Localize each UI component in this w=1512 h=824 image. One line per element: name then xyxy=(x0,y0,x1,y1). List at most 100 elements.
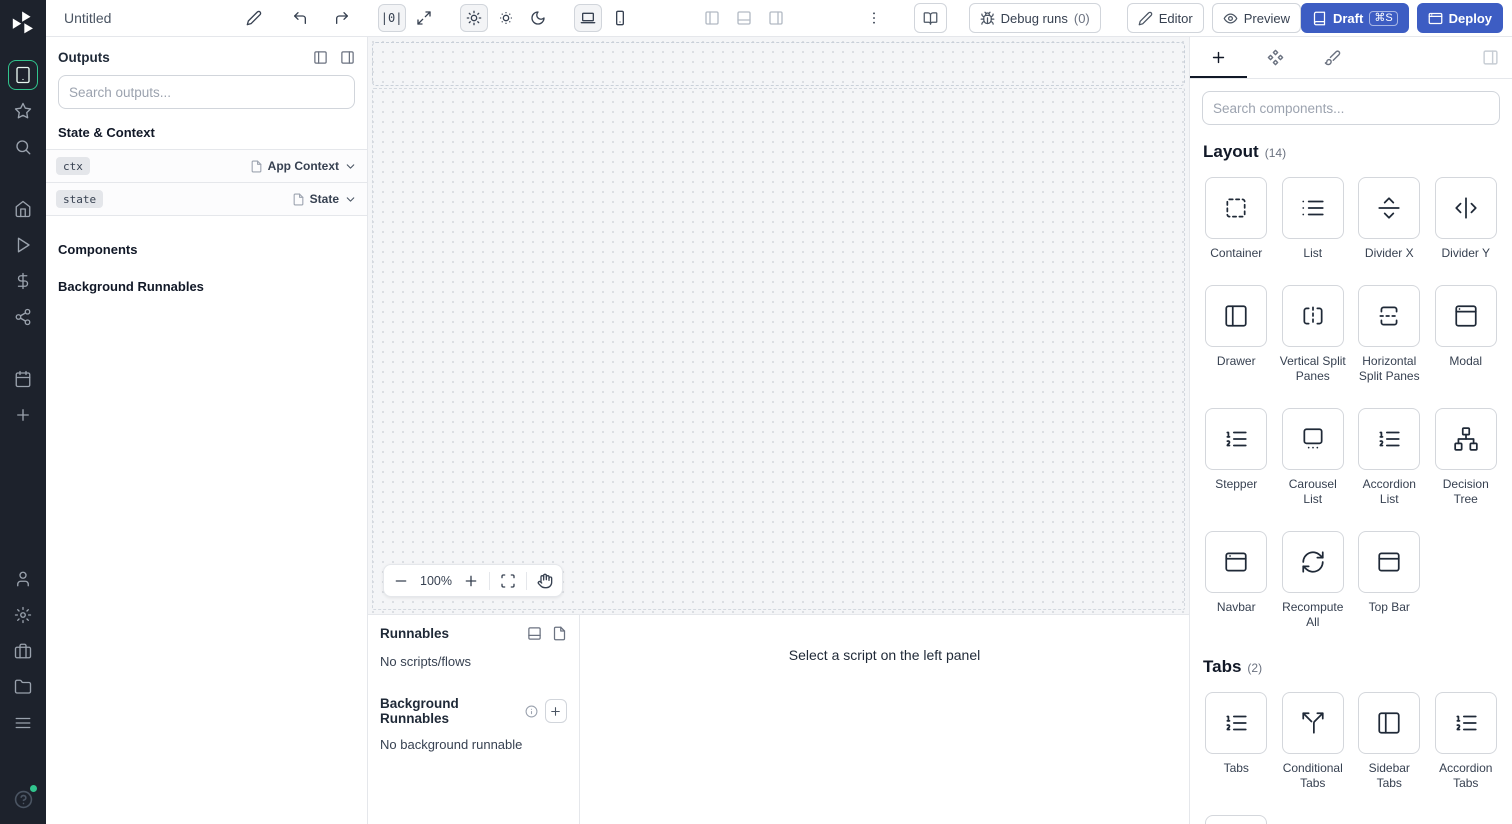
mobile-view-button[interactable] xyxy=(606,4,634,32)
expand-canvas-button[interactable] xyxy=(410,4,438,32)
theme-dark-button[interactable] xyxy=(524,4,552,32)
section-count: (14) xyxy=(1264,146,1287,160)
background-runnables-section-label: Background Runnables xyxy=(58,279,204,294)
tab-component-settings[interactable] xyxy=(1247,37,1304,78)
component-card[interactable]: Tabs xyxy=(1203,692,1270,791)
components-panel-tabbar xyxy=(1190,37,1512,79)
docs-button[interactable] xyxy=(913,3,947,33)
toggle-left-panel-button[interactable] xyxy=(698,4,726,32)
component-card[interactable]: List xyxy=(1280,177,1347,261)
deploy-button[interactable]: Deploy xyxy=(1416,3,1503,33)
debug-runs-button[interactable]: Debug runs (0) xyxy=(968,3,1101,33)
tab-styling[interactable] xyxy=(1304,37,1361,78)
sidebar-item-runs[interactable] xyxy=(8,230,38,260)
sidebar-item-settings[interactable] xyxy=(8,600,38,630)
toggle-bottom-panel-button[interactable] xyxy=(730,4,758,32)
tabs-icon xyxy=(1223,710,1249,736)
theme-light-button[interactable] xyxy=(492,4,520,32)
sidebar-item-home[interactable] xyxy=(8,194,38,224)
theme-toggle-group xyxy=(459,4,552,32)
preview-mode-button[interactable]: Preview xyxy=(1211,3,1301,33)
search-components-input[interactable] xyxy=(1202,91,1500,125)
sidebar-item-search[interactable] xyxy=(8,132,38,162)
redo-button[interactable] xyxy=(328,4,356,32)
runnables-header-icons xyxy=(527,626,567,641)
editor-mode-button[interactable]: Editor xyxy=(1126,3,1204,33)
component-card[interactable]: Accordion Tabs xyxy=(1433,692,1500,791)
edit-title-button[interactable] xyxy=(240,4,268,32)
canvas-drop-strip[interactable] xyxy=(372,42,1185,86)
windmill-logo-icon[interactable] xyxy=(10,10,36,36)
doc-icon[interactable] xyxy=(552,626,567,641)
toggle-right-panel-button[interactable] xyxy=(762,4,790,32)
accordion-icon xyxy=(1376,426,1402,452)
component-card[interactable]: Drawer xyxy=(1203,285,1270,384)
canvas-grid[interactable]: 100% xyxy=(372,88,1185,610)
zoom-in-button[interactable] xyxy=(458,568,484,594)
bottom-panel: Runnables No scripts/flows Background Ru… xyxy=(368,614,1189,824)
desktop-view-button[interactable] xyxy=(573,4,602,32)
list-icon xyxy=(1300,195,1326,221)
pan-tool-button[interactable] xyxy=(532,568,558,594)
component-label: Divider X xyxy=(1364,246,1414,260)
component-card[interactable]: Horizontal Split Panes xyxy=(1356,285,1423,384)
sidebar-item-workspace[interactable] xyxy=(8,636,38,666)
app-canvas[interactable]: 100% xyxy=(368,37,1189,614)
component-card[interactable]: Vertical Split Panes xyxy=(1280,285,1347,384)
app-title[interactable]: Untitled xyxy=(64,10,111,26)
component-card[interactable]: Divider Y xyxy=(1433,177,1500,261)
collapse-panel-button[interactable] xyxy=(1468,37,1512,78)
sidebar-item-account[interactable] xyxy=(8,564,38,594)
component-card[interactable]: Decision Tree xyxy=(1433,408,1500,507)
component-card[interactable]: Modal xyxy=(1433,285,1500,384)
component-card[interactable]: Accordion List xyxy=(1356,408,1423,507)
width-toggle-button[interactable]: |0| xyxy=(377,4,406,32)
output-row-ctx[interactable]: ctx App Context xyxy=(46,150,367,183)
component-card[interactable] xyxy=(1203,815,1270,824)
sidebar-item-favorites[interactable] xyxy=(8,96,38,126)
tab-insert-component[interactable] xyxy=(1190,37,1247,78)
section-heading: Layout (14) xyxy=(1203,142,1499,162)
sidebar-item-schedules[interactable] xyxy=(8,364,38,394)
undo-button[interactable] xyxy=(286,4,314,32)
hand-icon xyxy=(537,573,553,589)
sidebar-item-create[interactable] xyxy=(8,400,38,430)
fit-view-button[interactable] xyxy=(495,568,521,594)
draft-save-button[interactable]: Draft ⌘S xyxy=(1300,3,1409,33)
dock-panel-left-icon[interactable] xyxy=(313,50,328,65)
modal-icon xyxy=(1453,303,1479,329)
component-card[interactable]: Divider X xyxy=(1356,177,1423,261)
component-card[interactable]: Conditional Tabs xyxy=(1280,692,1347,791)
dock-panel-right-icon[interactable] xyxy=(340,50,355,65)
sidebar-item-audit-logs[interactable] xyxy=(8,708,38,738)
sidebar-item-app-editor[interactable] xyxy=(8,60,38,90)
add-background-runnable-button[interactable] xyxy=(544,699,567,723)
component-label: List xyxy=(1303,246,1323,260)
chevron-down-icon[interactable] xyxy=(344,160,357,173)
component-grid: Tabs Conditional Tabs Sidebar Tabs Accordio… xyxy=(1203,692,1499,824)
component-card[interactable]: Container xyxy=(1203,177,1270,261)
component-label: Top Bar xyxy=(1368,600,1410,614)
dock-bottom-icon[interactable] xyxy=(527,626,542,641)
component-card[interactable]: Recompute All xyxy=(1280,531,1347,630)
runnables-panel: Runnables No scripts/flows Background Ru… xyxy=(368,615,580,824)
doc-icon xyxy=(250,160,263,173)
component-card[interactable]: Top Bar xyxy=(1356,531,1423,630)
theme-auto-button[interactable] xyxy=(459,4,488,32)
component-card[interactable]: Carousel List xyxy=(1280,408,1347,507)
sidebar-item-resources[interactable] xyxy=(8,302,38,332)
zoom-out-button[interactable] xyxy=(388,568,414,594)
output-row-state[interactable]: state State xyxy=(46,183,367,216)
component-label: Drawer xyxy=(1216,354,1256,368)
search-outputs-input[interactable] xyxy=(58,75,355,109)
component-card[interactable]: Navbar xyxy=(1203,531,1270,630)
chevron-down-icon[interactable] xyxy=(344,193,357,206)
more-menu-button[interactable] xyxy=(860,4,888,32)
component-card[interactable]: Sidebar Tabs xyxy=(1356,692,1423,791)
component-card[interactable]: Stepper xyxy=(1203,408,1270,507)
component-label: Stepper xyxy=(1215,477,1258,491)
sidebar-item-variables[interactable] xyxy=(8,266,38,296)
background-runnables-title: Background Runnables xyxy=(380,696,459,726)
help-button[interactable] xyxy=(8,784,38,814)
sidebar-item-folders[interactable] xyxy=(8,672,38,702)
